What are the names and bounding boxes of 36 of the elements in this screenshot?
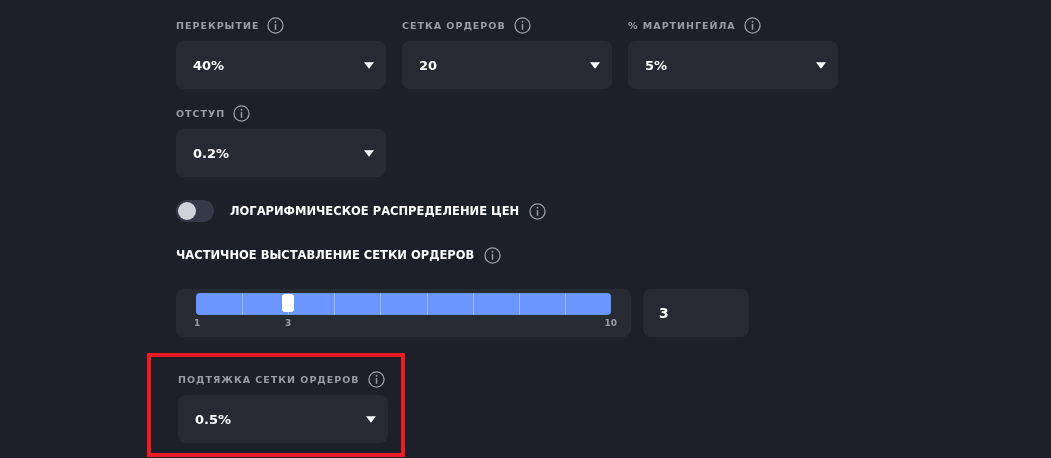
- section-title: ЧАСТИЧНОЕ ВЫСТАВЛЕНИЕ СЕТКИ ОРДЕРОВ: [176, 248, 475, 262]
- dropdown-value: 5%: [645, 57, 668, 73]
- toggle-switch[interactable]: [176, 200, 214, 222]
- scale-label: 10: [604, 318, 617, 328]
- info-icon[interactable]: [484, 246, 502, 264]
- dropdown[interactable]: 20: [402, 41, 612, 89]
- field-label: ОТСТУП: [176, 107, 226, 119]
- dropdown-value: 20: [419, 57, 438, 73]
- caret-icon: [364, 149, 374, 157]
- toggle-label: ЛОГАРИФМИЧЕСКОЕ РАСПРЕДЕЛЕНИЕ ЦЕН: [230, 204, 520, 218]
- field-label: СЕТКА ОРДЕРОВ: [402, 19, 506, 31]
- slider-track[interactable]: [196, 293, 611, 315]
- field-label: ПЕРЕКРЫТИЕ: [176, 19, 260, 31]
- dropdown-value: 40%: [193, 57, 225, 73]
- caret-icon: [366, 415, 376, 423]
- dropdown[interactable]: 0.2%: [176, 129, 386, 177]
- info-icon[interactable]: [743, 16, 761, 34]
- info-icon[interactable]: [233, 104, 251, 122]
- dropdown[interactable]: 40%: [176, 41, 386, 89]
- info-icon[interactable]: [267, 16, 285, 34]
- number-field[interactable]: 3: [643, 289, 749, 337]
- field-label: ПОДТЯЖКА СЕТКИ ОРДЕРОВ: [178, 373, 360, 385]
- dropdown[interactable]: 5%: [628, 41, 838, 89]
- caret-icon: [816, 61, 826, 69]
- field-label: % МАРТИНГЕЙЛА: [628, 19, 736, 31]
- scale-label: 3: [285, 318, 292, 328]
- dropdown[interactable]: 0.5%: [178, 395, 388, 443]
- info-icon[interactable]: [529, 202, 547, 220]
- caret-icon: [364, 61, 374, 69]
- caret-icon: [590, 61, 600, 69]
- info-icon[interactable]: [513, 16, 531, 34]
- slider-thumb[interactable]: [282, 294, 295, 312]
- dropdown-value: 0.5%: [195, 411, 232, 427]
- dropdown-value: 0.2%: [193, 145, 230, 161]
- info-icon[interactable]: [367, 370, 385, 388]
- scale-label: 1: [194, 318, 201, 328]
